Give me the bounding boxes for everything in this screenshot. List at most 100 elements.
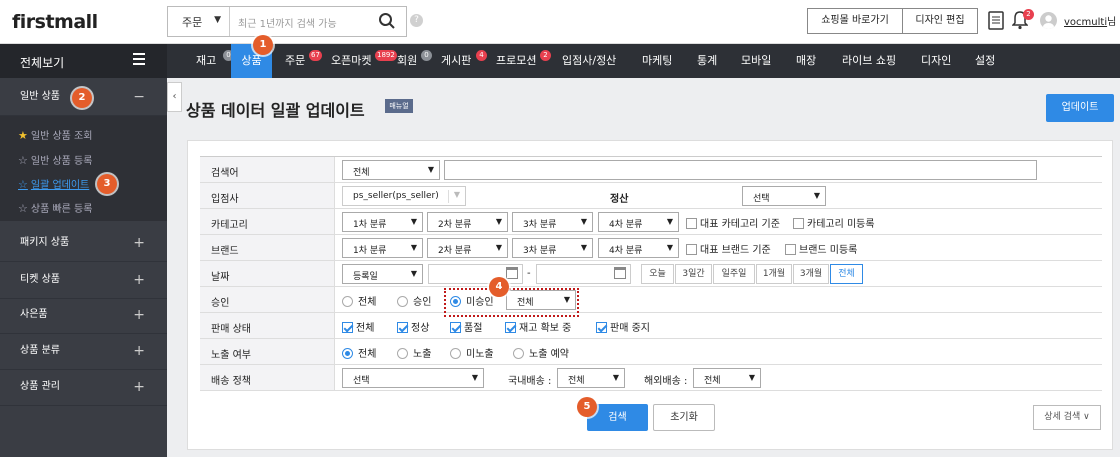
radio-icon[interactable] xyxy=(397,348,408,359)
design-edit-button[interactable]: 디자인 편집 xyxy=(902,8,978,34)
radio-icon[interactable] xyxy=(450,348,461,359)
approval-all-radio[interactable]: 전체 xyxy=(342,293,376,308)
expand-icon[interactable]: + xyxy=(133,368,145,406)
checkbox-checked-icon[interactable] xyxy=(596,322,607,333)
category-3-select[interactable]: 3차 분류 ▼ xyxy=(512,212,593,232)
date-3months-button[interactable]: 3개월 xyxy=(793,264,829,284)
brand-3-select[interactable]: 3차 분류 ▼ xyxy=(512,238,593,258)
exposure-scheduled-radio[interactable]: 노출 예약 xyxy=(513,345,569,360)
checkbox-icon[interactable] xyxy=(686,244,697,255)
expand-icon[interactable]: + xyxy=(133,261,145,299)
nav-item-promotion[interactable]: 프로모션 2 xyxy=(496,44,554,78)
avatar[interactable] xyxy=(1040,12,1057,29)
nav-item-members[interactable]: 회원 0 xyxy=(397,44,433,78)
all-view-toggle[interactable]: 전체보기 xyxy=(0,44,167,78)
status-restocking-checkbox[interactable]: 재고 확보 중 xyxy=(505,319,571,334)
sidebar-item-general-register[interactable]: ☆ 일반 상품 등록 xyxy=(18,152,92,167)
checkbox-icon[interactable] xyxy=(785,244,796,255)
star-outline-icon[interactable]: ☆ xyxy=(18,202,28,215)
overseas-shipping-select[interactable]: 전체 ▼ xyxy=(693,368,761,388)
expand-icon[interactable]: + xyxy=(133,332,145,370)
star-filled-icon[interactable]: ★ xyxy=(18,129,28,142)
category-4-select[interactable]: 4차 분류 ▼ xyxy=(598,212,679,232)
sidebar-item-general-list[interactable]: ★ 일반 상품 조회 xyxy=(18,127,92,142)
shop-link-button[interactable]: 쇼핑몰 바로가기 xyxy=(807,8,903,34)
nav-item-store[interactable]: 매장 xyxy=(796,44,824,78)
checkbox-icon[interactable] xyxy=(686,218,697,229)
keyword-type-select[interactable]: 전체 ▼ xyxy=(342,160,440,180)
sidebar-item-quick-register[interactable]: ☆ 상품 빠른 등록 xyxy=(18,200,92,215)
detail-search-button[interactable]: 상세 검색 ∨ xyxy=(1033,405,1101,430)
brand-primary-checkbox[interactable]: 대표 브랜드 기준 xyxy=(686,241,771,256)
category-unregistered-checkbox[interactable]: 카테고리 미등록 xyxy=(793,215,875,230)
expand-icon[interactable]: + xyxy=(133,224,145,262)
exposure-hidden-radio[interactable]: 미노출 xyxy=(450,345,494,360)
brand-2-select[interactable]: 2차 분류 ▼ xyxy=(427,238,508,258)
date-all-button[interactable]: 전체 xyxy=(830,264,863,284)
checkbox-icon[interactable] xyxy=(793,218,804,229)
sidebar-collapse-button[interactable]: ‹ xyxy=(167,82,182,112)
logo[interactable]: firstmall xyxy=(12,11,98,33)
sidebar-group-category[interactable]: 상품 분류 + xyxy=(0,332,167,370)
nav-item-marketing[interactable]: 마케팅 xyxy=(642,44,682,78)
star-outline-icon[interactable]: ☆ xyxy=(18,178,28,191)
exposure-all-radio[interactable]: 전체 xyxy=(342,345,376,360)
star-outline-icon[interactable]: ☆ xyxy=(18,154,28,167)
sidebar-group-gift[interactable]: 사은품 + xyxy=(0,296,167,334)
status-normal-checkbox[interactable]: 정상 xyxy=(397,319,429,334)
brand-unregistered-checkbox[interactable]: 브랜드 미등록 xyxy=(785,241,857,256)
nav-item-seller-settlement[interactable]: 입점사/정산 xyxy=(562,44,626,78)
manual-badge[interactable]: 매뉴얼 xyxy=(385,99,413,113)
nav-item-design[interactable]: 디자인 xyxy=(921,44,957,78)
brand-4-select[interactable]: 4차 분류 ▼ xyxy=(598,238,679,258)
nav-item-settings[interactable]: 설정 xyxy=(975,44,1003,78)
sidebar-group-package[interactable]: 패키지 상품 + xyxy=(0,224,167,262)
keyword-input[interactable] xyxy=(444,160,1037,180)
category-2-select[interactable]: 2차 분류 ▼ xyxy=(427,212,508,232)
checkbox-checked-icon[interactable] xyxy=(397,322,408,333)
hamburger-icon[interactable] xyxy=(133,53,145,68)
calendar-icon[interactable] xyxy=(614,267,626,279)
reset-button[interactable]: 초기화 xyxy=(653,404,715,431)
date-1month-button[interactable]: 1개월 xyxy=(756,264,792,284)
radio-icon[interactable] xyxy=(342,296,353,307)
status-stopped-checkbox[interactable]: 판매 중지 xyxy=(596,319,650,334)
seller-select[interactable]: ps_seller(ps_seller) ▼ xyxy=(342,186,466,206)
radio-icon[interactable] xyxy=(397,296,408,307)
domestic-shipping-select[interactable]: 전체 ▼ xyxy=(557,368,625,388)
date-3days-button[interactable]: 3일간 xyxy=(675,264,712,284)
search-input[interactable]: 최근 1년까지 검색 가능 xyxy=(238,15,337,30)
search-icon[interactable] xyxy=(378,12,396,33)
sidebar-item-bulk-update[interactable]: ☆ 일괄 업데이트 xyxy=(18,176,89,191)
calendar-icon[interactable] xyxy=(506,267,518,279)
category-primary-checkbox[interactable]: 대표 카테고리 기준 xyxy=(686,215,780,230)
nav-item-orders[interactable]: 주문 67 xyxy=(285,44,322,78)
date-type-select[interactable]: 등록일 ▼ xyxy=(342,264,423,284)
nav-item-mobile[interactable]: 모바일 xyxy=(741,44,781,78)
nav-item-openmarket[interactable]: 오픈마켓 1892 xyxy=(331,44,397,78)
search-type-select[interactable]: 주문 ▼ xyxy=(168,7,230,36)
nav-item-statistics[interactable]: 통계 xyxy=(697,44,725,78)
settlement-select[interactable]: 선택 ▼ xyxy=(742,186,826,206)
nav-item-inventory[interactable]: 재고 0 xyxy=(196,44,234,78)
date-today-button[interactable]: 오늘 xyxy=(641,264,674,284)
radio-selected-icon[interactable] xyxy=(342,348,353,359)
expand-icon[interactable]: + xyxy=(133,296,145,334)
shipping-policy-select[interactable]: 선택 ▼ xyxy=(342,368,484,388)
collapse-icon[interactable]: − xyxy=(133,78,145,116)
status-all-checkbox[interactable]: 전체 xyxy=(342,319,374,334)
nav-item-board[interactable]: 게시판 4 xyxy=(441,44,489,78)
help-icon[interactable]: ? xyxy=(410,14,423,27)
update-button[interactable]: 업데이트 xyxy=(1046,94,1114,122)
username-link[interactable]: vocmulti xyxy=(1064,17,1107,28)
nav-item-live-shopping[interactable]: 라이브 쇼핑 xyxy=(842,44,912,78)
checkbox-checked-icon[interactable] xyxy=(342,322,353,333)
approval-approved-radio[interactable]: 승인 xyxy=(397,293,431,308)
category-1-select[interactable]: 1차 분류 ▼ xyxy=(342,212,423,232)
brand-1-select[interactable]: 1차 분류 ▼ xyxy=(342,238,423,258)
checkbox-checked-icon[interactable] xyxy=(450,322,461,333)
radio-icon[interactable] xyxy=(513,348,524,359)
checkbox-checked-icon[interactable] xyxy=(505,322,516,333)
date-week-button[interactable]: 일주일 xyxy=(713,264,755,284)
exposure-shown-radio[interactable]: 노출 xyxy=(397,345,431,360)
